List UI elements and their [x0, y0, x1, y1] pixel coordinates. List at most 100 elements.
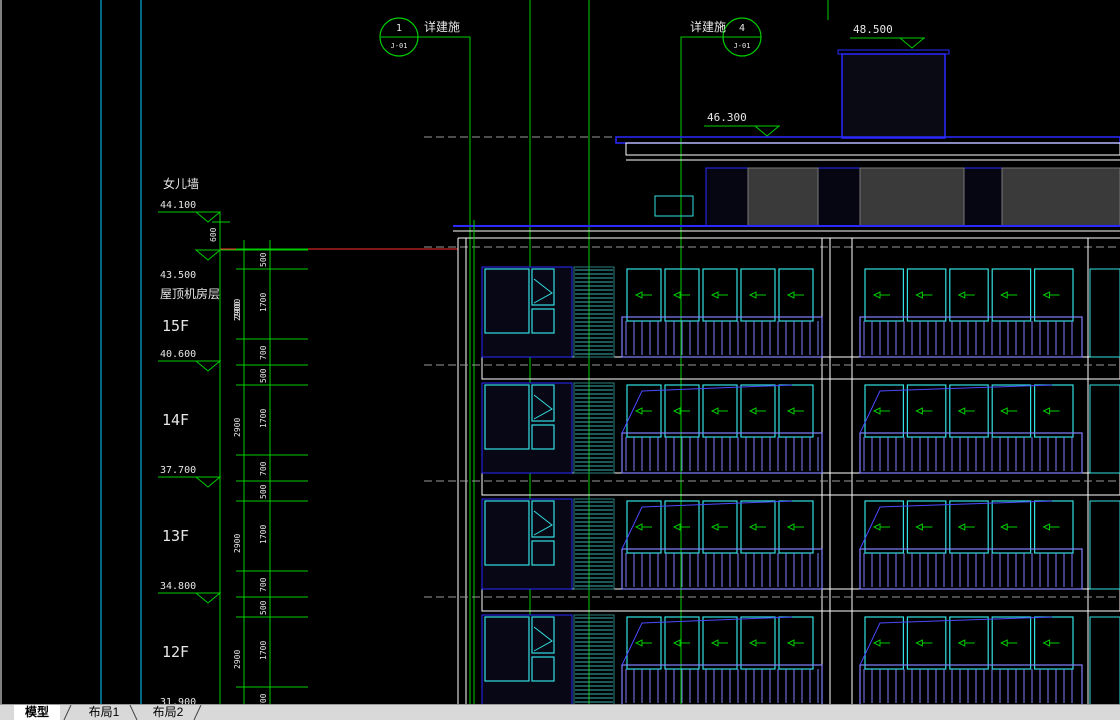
dim-text: 2900 — [233, 302, 242, 321]
door-arrow-icon — [710, 523, 728, 531]
balcony — [621, 268, 823, 358]
callout-label: 详建施 — [424, 19, 460, 34]
dim-text: 500 — [259, 484, 268, 499]
floor-slab — [481, 356, 1120, 380]
tab-model[interactable]: 模型 — [14, 705, 60, 720]
window — [1089, 384, 1120, 474]
louver-frame — [573, 498, 615, 590]
door-arrow-icon — [672, 639, 690, 647]
door-arrow-icon — [634, 291, 652, 299]
balcony — [859, 384, 1083, 474]
section-line — [859, 616, 1053, 666]
layout-tab-bar: 模型 布局1 布局2 — [0, 704, 1120, 720]
floor-label: 14F — [162, 411, 189, 429]
door-arrow-icon — [915, 523, 933, 531]
door-arrow-icon — [957, 523, 975, 531]
floor-annotation: 13F 34.800 2900 500 1700 700 — [158, 480, 308, 604]
tab-separator — [129, 705, 138, 720]
dim-text: 1700 — [259, 409, 268, 428]
door-arrow-icon — [1000, 407, 1018, 415]
door-arrow-icon — [1042, 523, 1060, 531]
section-line — [621, 500, 793, 550]
detail-callout-left[interactable]: 1 J-01 详建施 — [379, 17, 471, 704]
level-triangle — [194, 360, 222, 372]
callout-label: 详建施 — [690, 19, 726, 34]
door-arrow-icon — [1000, 523, 1018, 531]
door-arrow-icon — [786, 407, 804, 415]
door-arrow-icon — [710, 407, 728, 415]
window — [1089, 268, 1120, 358]
section-line — [621, 616, 793, 666]
dim-text: 700 — [259, 577, 268, 592]
dim-text: 2900 — [233, 418, 242, 437]
door-arrow-icon — [672, 407, 690, 415]
dim-text: 500 — [259, 252, 268, 267]
door-arrow-icon — [872, 291, 890, 299]
window — [1089, 500, 1120, 590]
door-arrow-icon — [634, 523, 652, 531]
door-arrow-icon — [915, 291, 933, 299]
balcony — [859, 268, 1083, 358]
balcony — [621, 616, 823, 704]
tab-separator — [193, 705, 202, 720]
callout-number: 4 — [739, 23, 745, 34]
balcony — [859, 616, 1083, 704]
floor-band — [424, 266, 1120, 380]
level-triangle — [194, 592, 222, 604]
floor-label: 15F — [162, 317, 189, 335]
door-arrow-icon — [872, 639, 890, 647]
level-text: 43.500 — [160, 270, 196, 281]
floor-annotation: 12F 31.900 2900 500 1700 700 — [160, 596, 308, 704]
door-arrow-icon — [1042, 407, 1060, 415]
svg-text:48.500: 48.500 — [853, 23, 893, 36]
drawing-canvas[interactable]: 1 J-01 详建施 4 J-01 详建施 48.500 46.300 女儿墙 … — [0, 0, 1120, 704]
door-arrow-icon — [634, 639, 652, 647]
tab-separator — [63, 705, 72, 720]
tab-layout1[interactable]: 布局1 — [80, 705, 128, 720]
dim-text: 500 — [259, 368, 268, 383]
callout-sheet: J-01 — [391, 42, 408, 50]
floor-annotation: 14F 37.700 2900 500 1700 700 — [158, 364, 308, 488]
callout-sheet: J-01 — [734, 42, 751, 50]
level-triangle — [194, 476, 222, 488]
level-text: 34.800 — [160, 581, 196, 592]
dim-text: 2900 — [233, 650, 242, 669]
louver-frame — [573, 614, 615, 704]
balcony — [621, 384, 823, 474]
door-arrow-icon — [710, 291, 728, 299]
level-text: 40.600 — [160, 349, 196, 360]
door-arrow-icon — [786, 291, 804, 299]
window — [1089, 616, 1120, 704]
louver-shutter — [573, 498, 615, 590]
door-arrow-icon — [786, 639, 804, 647]
door-arrow-icon — [1042, 639, 1060, 647]
door-arrow-icon — [786, 523, 804, 531]
wall-panel — [481, 266, 573, 358]
door-arrow-icon — [957, 639, 975, 647]
floor-label: 13F — [162, 527, 189, 545]
section-line — [859, 384, 1053, 434]
louver-frame — [573, 382, 615, 474]
floor-band — [424, 498, 1120, 612]
dim-text: 700 — [259, 345, 268, 360]
wall-panel — [481, 498, 573, 590]
floor-annotation: 15F 40.600 2900 500 1700 700 — [158, 248, 308, 372]
floor-band — [481, 614, 1120, 704]
tab-layout2[interactable]: 布局2 — [144, 705, 192, 720]
floor-label: 12F — [162, 643, 189, 661]
door-arrow-icon — [872, 407, 890, 415]
dim-text: 600 — [209, 227, 218, 242]
wall-panel — [481, 382, 573, 474]
door-arrow-icon — [915, 639, 933, 647]
dim-text: 1700 — [259, 525, 268, 544]
balcony-railing — [859, 432, 1083, 474]
dim-text: 2900 — [233, 534, 242, 553]
level-text: 44.100 — [160, 200, 196, 211]
machine-room-label: 屋顶机房层 — [160, 286, 220, 301]
dim-text: 700 — [259, 461, 268, 476]
door-arrow-icon — [872, 523, 890, 531]
door-arrow-icon — [1042, 291, 1060, 299]
elevation-mark-46300: 46.300 — [704, 111, 781, 137]
door-arrow-icon — [748, 523, 766, 531]
balcony-railing — [859, 316, 1083, 358]
